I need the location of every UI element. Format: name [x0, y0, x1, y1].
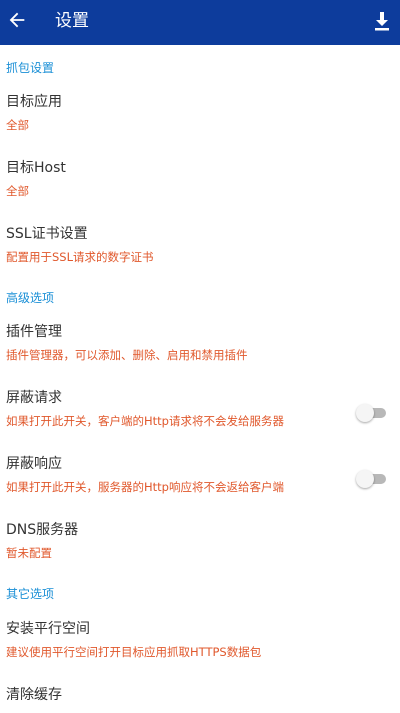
setting-subtitle: 配置用于SSL请求的数字证书 [6, 250, 154, 264]
setting-subtitle: 建议使用平行空间打开目标应用抓取HTTPS数据包 [6, 645, 262, 659]
section-header-advanced: 高级选项 [6, 291, 55, 305]
setting-title: DNS服务器 [6, 522, 79, 538]
toggle-knob [356, 470, 374, 488]
setting-parallel-space[interactable]: 安装平行空间 建议使用平行空间打开目标应用抓取HTTPS数据包 [0, 620, 400, 668]
setting-target-app[interactable]: 目标应用 全部 [0, 93, 400, 141]
setting-subtitle: 插件管理器，可以添加、删除、启用和禁用插件 [6, 348, 248, 362]
setting-plugins[interactable]: 插件管理 插件管理器，可以添加、删除、启用和禁用插件 [0, 323, 400, 371]
setting-subtitle: 如果打开此开关，服务器的Http响应将不会返给客户端 [6, 480, 284, 494]
setting-block-request[interactable]: 屏蔽请求 如果打开此开关，客户端的Http请求将不会发给服务器 [0, 389, 400, 437]
setting-subtitle: 全部 [6, 184, 29, 198]
setting-subtitle: 暂未配置 [6, 546, 52, 560]
setting-title: 目标应用 [6, 94, 62, 110]
setting-title: SSL证书设置 [6, 226, 88, 242]
page-title: 设置 [55, 11, 89, 31]
app-bar: 设置 [0, 0, 400, 45]
arrow-left-icon[interactable] [6, 9, 28, 31]
section-header-capture: 抓包设置 [6, 61, 55, 75]
setting-block-response[interactable]: 屏蔽响应 如果打开此开关，服务器的Http响应将不会返给客户端 [0, 455, 400, 503]
setting-dns-server[interactable]: DNS服务器 暂未配置 [0, 521, 400, 569]
setting-title: 安装平行空间 [6, 621, 90, 637]
toggle-knob [356, 404, 374, 422]
setting-title: 屏蔽请求 [6, 390, 62, 406]
setting-title: 屏蔽响应 [6, 456, 62, 472]
section-header-other: 其它选项 [6, 587, 55, 601]
setting-title: 清除缓存 [6, 687, 62, 703]
block-response-toggle[interactable] [356, 470, 386, 488]
setting-ssl-certificate[interactable]: SSL证书设置 配置用于SSL请求的数字证书 [0, 225, 400, 273]
setting-title: 目标Host [6, 160, 66, 176]
block-request-toggle[interactable] [356, 404, 386, 422]
setting-title: 插件管理 [6, 324, 62, 340]
setting-subtitle: 全部 [6, 118, 29, 132]
setting-target-host[interactable]: 目标Host 全部 [0, 159, 400, 207]
setting-subtitle: 如果打开此开关，客户端的Http请求将不会发给服务器 [6, 414, 284, 428]
download-icon[interactable] [372, 10, 392, 32]
setting-clear-cache[interactable]: 清除缓存 [0, 686, 400, 713]
